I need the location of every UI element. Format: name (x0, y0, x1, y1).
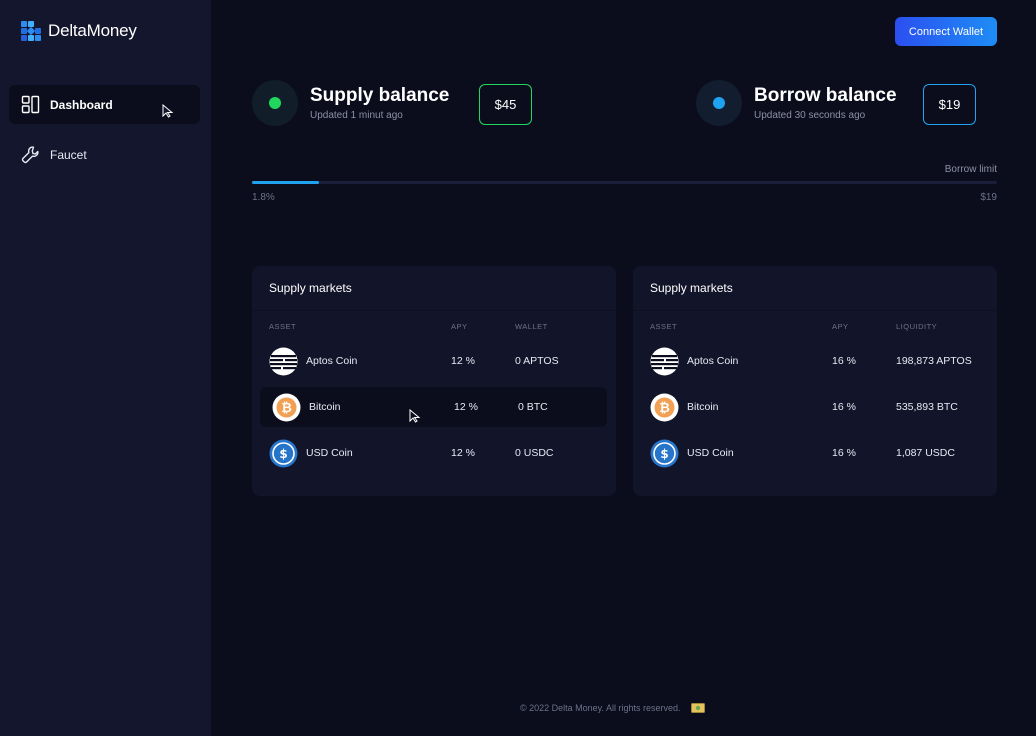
supply-dot-icon (269, 97, 281, 109)
borrow-status-indicator (696, 80, 742, 126)
table-row[interactable]: ₿ Bitcoin 12 % 0 BTC (260, 387, 607, 427)
divider (252, 310, 616, 311)
column-header-asset: ASSET (269, 322, 297, 331)
sidebar-item-label: Dashboard (50, 97, 113, 112)
supply-balance-amount: $45 (479, 84, 532, 125)
money-icon (690, 703, 705, 713)
column-header-asset: ASSET (650, 322, 678, 331)
table-row[interactable]: Aptos Coin 16 % 198,873 APTOS (641, 341, 988, 381)
supply-balance-updated: Updated 1 minut ago (310, 110, 403, 121)
svg-text:₿: ₿ (281, 401, 292, 416)
column-header-apy: APY (832, 322, 849, 331)
borrow-limit-value: $19 (980, 192, 997, 203)
column-header-wallet: WALLET (515, 322, 548, 331)
supply-balance: Supply balance Updated 1 minut ago (252, 80, 449, 126)
asset-apy: 12 % (451, 355, 475, 367)
column-header-liquidity: LIQUIDITY (896, 322, 938, 331)
usd-coin-icon: $ (269, 439, 298, 468)
deltamoney-logo-icon (21, 21, 41, 41)
usd-coin-icon: $ (650, 439, 679, 468)
supply-balance-title: Supply balance (310, 85, 450, 106)
app-logo[interactable]: DeltaMoney (20, 20, 137, 42)
dashboard-icon (21, 95, 40, 114)
asset-liquidity: 1,087 USDC (896, 447, 955, 459)
asset-liquidity: 535,893 BTC (896, 401, 958, 413)
borrow-dot-icon (713, 97, 725, 109)
mouse-cursor-icon (162, 104, 174, 118)
borrow-balance-title: Borrow balance (754, 85, 897, 106)
asset-wallet: 0 USDC (515, 447, 554, 459)
supply-status-indicator (252, 80, 298, 126)
asset-apy: 16 % (832, 401, 856, 413)
table-row[interactable]: $ USD Coin 16 % 1,087 USDC (641, 433, 988, 473)
asset-wallet: 0 BTC (518, 401, 548, 413)
table-row[interactable]: ₿ Bitcoin 16 % 535,893 BTC (641, 387, 988, 427)
asset-name: Bitcoin (687, 401, 719, 413)
sidebar: DeltaMoney Dashboard Faucet (0, 0, 211, 736)
borrow-limit-percent: 1.8% (252, 192, 275, 203)
divider (633, 310, 997, 311)
borrow-limit-bar (252, 181, 997, 184)
asset-name: Aptos Coin (687, 355, 739, 367)
card-title: Supply markets (650, 281, 733, 295)
aptos-coin-icon (269, 347, 298, 376)
asset-name: Bitcoin (309, 401, 341, 413)
asset-apy: 12 % (454, 401, 478, 413)
svg-text:$: $ (660, 447, 668, 461)
bitcoin-icon: ₿ (272, 393, 301, 422)
bitcoin-icon: ₿ (650, 393, 679, 422)
table-row[interactable]: $ USD Coin 12 % 0 USDC (260, 433, 607, 473)
footer-copyright: © 2022 Delta Money. All rights reserved. (520, 703, 681, 713)
connect-wallet-button[interactable]: Connect Wallet (895, 17, 997, 46)
app-name: DeltaMoney (48, 21, 137, 40)
footer: © 2022 Delta Money. All rights reserved. (520, 703, 705, 713)
borrow-balance-amount: $19 (923, 84, 976, 125)
table-row[interactable]: Aptos Coin 12 % 0 APTOS (260, 341, 607, 381)
asset-apy: 12 % (451, 447, 475, 459)
column-header-apy: APY (451, 322, 468, 331)
supply-markets-card-wallet: Supply markets ASSET APY WALLET Aptos Co… (252, 266, 616, 496)
asset-name: USD Coin (687, 447, 734, 459)
card-title: Supply markets (269, 281, 352, 295)
asset-name: USD Coin (306, 447, 353, 459)
aptos-coin-icon (650, 347, 679, 376)
asset-wallet: 0 APTOS (515, 355, 559, 367)
borrow-balance: Borrow balance Updated 30 seconds ago (696, 80, 897, 126)
sidebar-item-label: Faucet (50, 147, 87, 162)
asset-apy: 16 % (832, 355, 856, 367)
borrow-limit-bar-fill (252, 181, 320, 184)
supply-markets-card-liquidity: Supply markets ASSET APY LIQUIDITY Aptos… (633, 266, 997, 496)
asset-apy: 16 % (832, 447, 856, 459)
sidebar-item-faucet[interactable]: Faucet (9, 135, 200, 174)
mouse-cursor-icon (409, 409, 421, 423)
svg-text:$: $ (279, 447, 287, 461)
asset-liquidity: 198,873 APTOS (896, 355, 972, 367)
wrench-icon (21, 145, 40, 164)
asset-name: Aptos Coin (306, 355, 358, 367)
borrow-balance-updated: Updated 30 seconds ago (754, 110, 866, 121)
svg-text:₿: ₿ (659, 401, 670, 416)
borrow-limit-label: Borrow limit (944, 164, 997, 175)
